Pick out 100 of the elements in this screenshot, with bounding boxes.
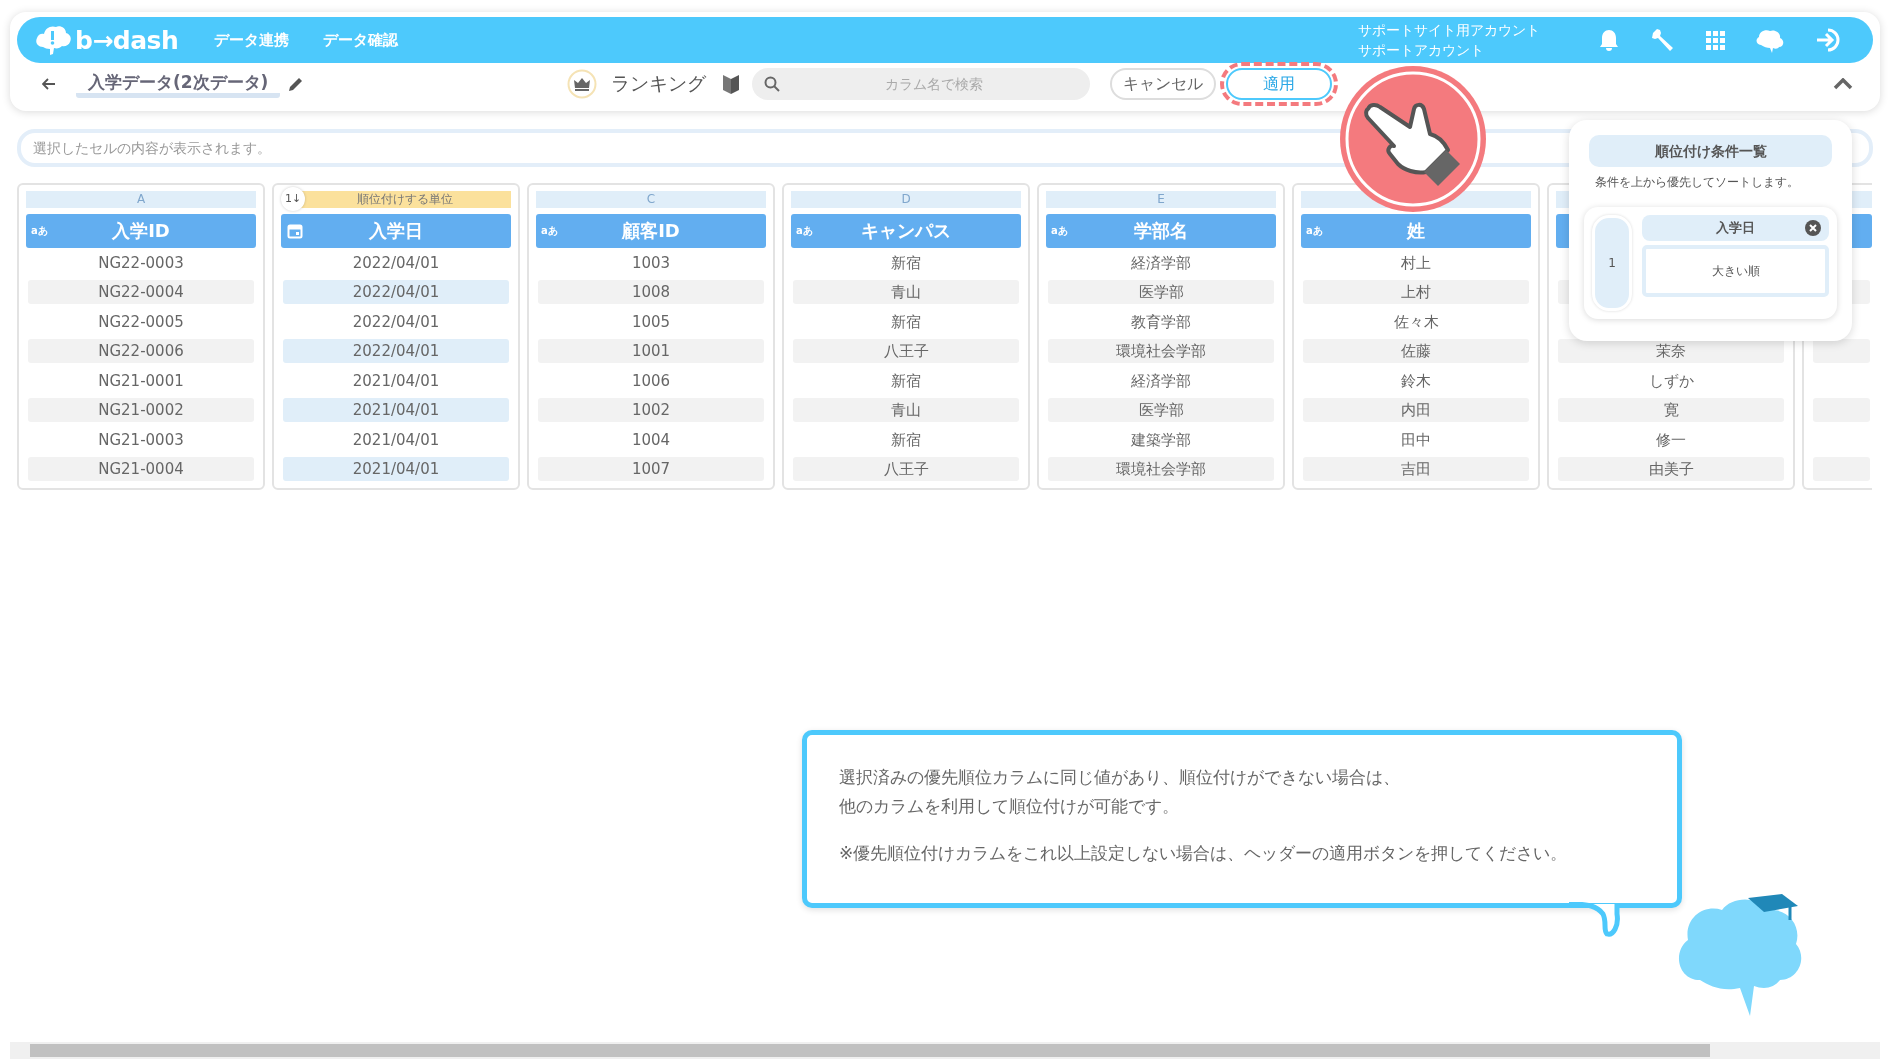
- crown-icon: [567, 69, 598, 99]
- table-cell: NG21-0004: [28, 457, 254, 482]
- table-cell: 上村: [1303, 280, 1529, 305]
- table-cell: 茉奈: [1558, 339, 1784, 364]
- beginner-mark-icon: [722, 73, 741, 95]
- tip-text: 他のカラムを利用して順位付けが可能です。: [839, 795, 1180, 818]
- column-header[interactable]: aあ 姓: [1301, 214, 1531, 248]
- table-cell: 八王子: [793, 339, 1019, 364]
- table-cell-text: NG21-0001: [97, 370, 185, 392]
- table-cell-text: 1005: [630, 311, 672, 333]
- table-cell: 環境社会学部: [1048, 339, 1274, 364]
- scrollbar-thumb[interactable]: [30, 1044, 1710, 1057]
- column-letter: D: [791, 190, 1021, 208]
- table-cell-text: しずか: [1647, 370, 1695, 392]
- collapse-chevron-icon[interactable]: [1833, 78, 1853, 90]
- apply-button[interactable]: 適用: [1226, 68, 1333, 100]
- table-cell: NG22-0006: [28, 339, 254, 364]
- table-cell-text: 新宿: [890, 429, 922, 451]
- wrench-icon[interactable]: [1650, 27, 1676, 53]
- column-name: 姓: [1407, 219, 1425, 243]
- table-cell-text: 1004: [630, 429, 672, 451]
- table-cell: NG22-0004: [28, 280, 254, 305]
- type-label: aあ: [796, 224, 813, 238]
- table-cell-text: 経済学部: [1130, 370, 1192, 392]
- account-name: サポートサイト用アカウント: [1358, 21, 1540, 40]
- type-label: aあ: [31, 224, 48, 238]
- table-cell: 由美子: [1558, 457, 1784, 482]
- column-name: 学部名: [1134, 219, 1188, 243]
- table-cell: [1813, 339, 1870, 364]
- table-cell-text: 2021/04/01: [351, 370, 441, 392]
- table-cell-text: 建築学部: [1130, 429, 1192, 451]
- table-cell-text: 新宿: [890, 311, 922, 333]
- type-label: aあ: [541, 224, 558, 238]
- table-cell-text: NG22-0003: [97, 252, 185, 274]
- column-letter: E: [1046, 190, 1276, 208]
- table-cell: 八王子: [793, 457, 1019, 482]
- table-cell: 環境社会学部: [1048, 457, 1274, 482]
- search-icon: [764, 76, 781, 92]
- sort-order-badge[interactable]: 1↓: [281, 187, 305, 211]
- back-arrow-icon[interactable]: [42, 78, 56, 90]
- table-cell: 青山: [793, 398, 1019, 423]
- sort-order-select[interactable]: 大きい順: [1642, 245, 1829, 297]
- table-cell: 青山: [793, 280, 1019, 305]
- table-cell-text: 修一: [1655, 429, 1687, 451]
- table-cell: 1002: [538, 398, 764, 423]
- table-cell-text: 田中: [1400, 429, 1432, 451]
- type-label: aあ: [1306, 224, 1323, 238]
- column-name: 入学日: [1716, 219, 1755, 237]
- table-cell: 医学部: [1048, 398, 1274, 423]
- panel-title: 順位付け条件一覧: [1589, 135, 1832, 167]
- column-letter: C: [536, 190, 766, 208]
- table-cell-text: 1006: [630, 370, 672, 392]
- table-cell-text: NG22-0005: [97, 311, 185, 333]
- table-cell: 2022/04/01: [283, 280, 509, 305]
- cloud-logo-icon: [35, 23, 71, 57]
- table-cell: 1008: [538, 280, 764, 305]
- grid-icon[interactable]: [1706, 30, 1725, 50]
- search-field[interactable]: カラム名で検索: [752, 68, 1091, 100]
- close-icon[interactable]: [1805, 220, 1821, 236]
- rank-number: 1: [1592, 215, 1632, 311]
- panel-description: 条件を上から優先してソートします。: [1595, 174, 1800, 191]
- table-cell: NG21-0002: [28, 398, 254, 423]
- column-header[interactable]: aあ 学部名: [1046, 214, 1276, 248]
- tip-text: ※優先順位付けカラムをこれ以上設定しない場合は、ヘッダーの適用ボタンを押してください。: [839, 842, 1569, 865]
- column-header[interactable]: 入学日: [281, 214, 511, 248]
- account-name: サポートアカウント: [1358, 41, 1485, 60]
- table-cell-text: 村上: [1400, 252, 1432, 274]
- table-cell-text: 佐々木: [1392, 311, 1440, 333]
- column-name: キャンパス: [861, 219, 951, 243]
- logo-text[interactable]: b→dash: [75, 25, 179, 55]
- rank-unit-label: 順位付けする単位: [299, 190, 511, 208]
- column-name: 顧客ID: [622, 219, 680, 243]
- column-header[interactable]: aあ キャンパス: [791, 214, 1021, 248]
- table-cell-text: 鈴木: [1400, 370, 1432, 392]
- nav-link[interactable]: データ連携: [214, 30, 290, 50]
- table-cell-text: 1003: [630, 252, 672, 274]
- column-letter: A: [26, 190, 256, 208]
- dataset-title[interactable]: 入学データ(2次データ): [76, 70, 281, 98]
- cloud-icon[interactable]: [1755, 27, 1785, 53]
- column-header[interactable]: aあ 入学ID: [26, 214, 256, 248]
- table-cell-text: 経済学部: [1130, 252, 1192, 274]
- table-cell-text: 新宿: [890, 252, 922, 274]
- cancel-button[interactable]: キャンセル: [1110, 68, 1217, 100]
- table-cell: 佐藤: [1303, 339, 1529, 364]
- calendar-icon: [287, 223, 303, 239]
- table-cell: 吉田: [1303, 457, 1529, 482]
- table-cell: 1007: [538, 457, 764, 482]
- nav-link[interactable]: データ確認: [323, 30, 399, 50]
- table-cell: 1001: [538, 339, 764, 364]
- table-cell-text: 教育学部: [1130, 311, 1192, 333]
- pencil-icon[interactable]: [288, 76, 305, 92]
- type-label: aあ: [1051, 224, 1068, 238]
- column-name: 入学ID: [112, 219, 170, 243]
- table-cell-text: NG21-0003: [97, 429, 185, 451]
- bell-icon[interactable]: [1598, 28, 1620, 52]
- table-cell: 内田: [1303, 398, 1529, 423]
- column-header[interactable]: aあ 顧客ID: [536, 214, 766, 248]
- horizontal-scrollbar[interactable]: [10, 1042, 1880, 1059]
- tip-text: 選択済みの優先順位カラムに同じ値があり、順位付けができない場合は、: [839, 766, 1401, 789]
- table-cell-text: 2022/04/01: [351, 311, 441, 333]
